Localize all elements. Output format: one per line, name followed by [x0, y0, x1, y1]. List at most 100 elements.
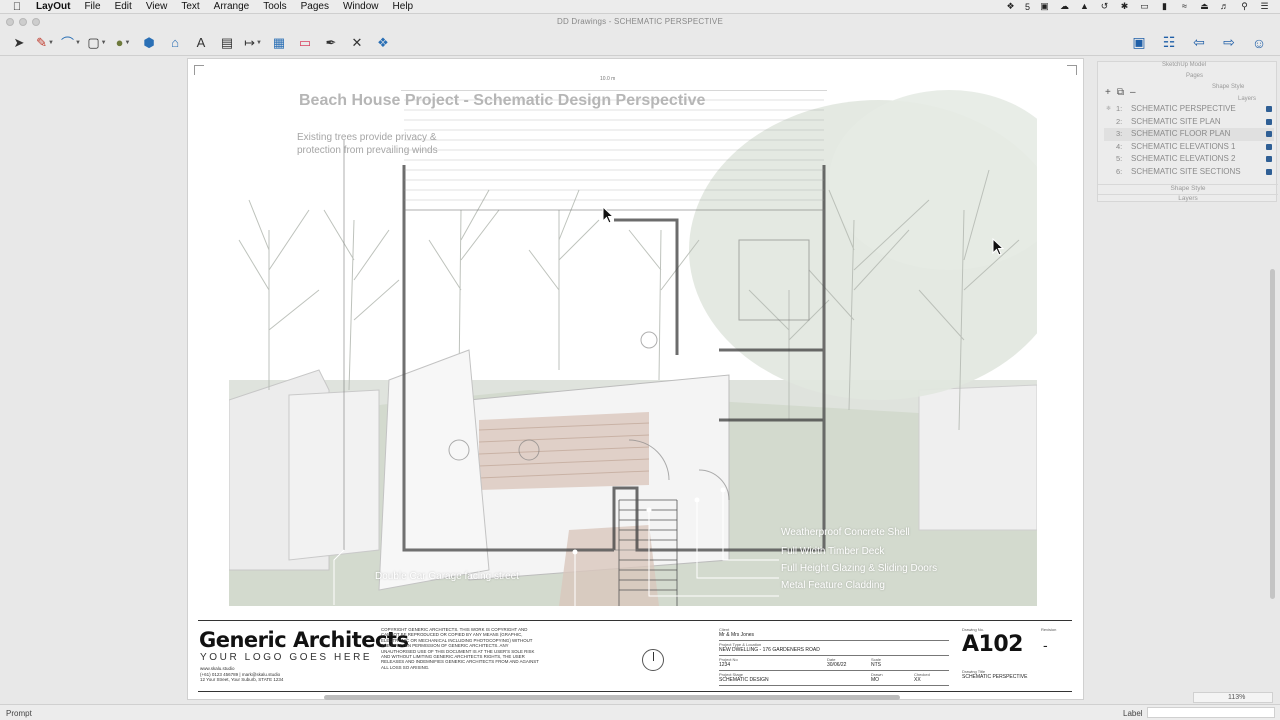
company-name: Generic Architects [199, 628, 409, 652]
duplicate-page-button[interactable]: ⧉ [1117, 87, 1124, 98]
app-status-icon[interactable]: ▣ [1039, 2, 1050, 11]
cloud-icon[interactable]: ☁ [1059, 2, 1070, 11]
eject-icon[interactable]: ⏏ [1199, 2, 1210, 11]
page-name: SCHEMATIC PERSPECTIVE [1131, 104, 1236, 113]
table-tool-icon[interactable]: ▦ [268, 32, 290, 54]
status-count[interactable]: 5 [1025, 2, 1030, 12]
panel-tab-pages[interactable]: Pages [1186, 73, 1203, 79]
page-visibility-icon[interactable] [1266, 131, 1272, 138]
drive-icon[interactable]: ▲ [1079, 2, 1090, 11]
panel-tab-shape-style[interactable]: Shape Style [1212, 84, 1244, 90]
menu-help[interactable]: Help [386, 0, 421, 14]
dropbox-icon[interactable]: ❖ [1005, 2, 1016, 11]
shape-style-section[interactable]: Shape Style [1098, 184, 1278, 192]
callout-timber-deck[interactable]: Full Width Timber Deck [781, 546, 884, 557]
add-page-icon[interactable]: ☷ [1158, 32, 1180, 54]
spotlight-search-icon[interactable]: ⚲ [1239, 2, 1250, 11]
page-row-5[interactable]: 5: SCHEMATIC ELEVATIONS 2 [1104, 153, 1274, 166]
menu-pages[interactable]: Pages [294, 0, 336, 14]
menu-window[interactable]: Window [336, 0, 386, 14]
perspective-render [229, 90, 1037, 606]
account-icon[interactable]: ☺ [1248, 32, 1270, 54]
callout-garage[interactable]: Double Car Garage facing street [375, 571, 519, 582]
dimension-tool-icon[interactable]: ↦ ▼ [242, 32, 264, 54]
mouse-cursor-icon [602, 206, 614, 224]
page-number: 4: [1116, 141, 1123, 151]
volume-icon[interactable]: ♬ [1219, 2, 1230, 11]
offset-tool-icon[interactable]: ⌂ [164, 32, 186, 54]
title-block[interactable]: Generic Architects YOUR LOGO GOES HERE w… [198, 620, 1072, 692]
pages-panel[interactable]: SketchUp Model Pages Shape Style Layers … [1097, 61, 1278, 202]
page-row-3[interactable]: 3: SCHEMATIC FLOOR PLAN [1104, 128, 1274, 141]
crop-mark [194, 65, 204, 75]
layers-section[interactable]: Layers [1098, 194, 1278, 202]
project-no-value: 1234 [719, 662, 731, 668]
page-name: SCHEMATIC ELEVATIONS 1 [1131, 141, 1236, 151]
polygon-tool-icon[interactable]: ⬢ [138, 32, 160, 54]
page-sheet[interactable]: 10.0 m Beach House Project - Schematic D… [188, 59, 1083, 699]
page-row-1[interactable]: ❄ 1: SCHEMATIC PERSPECTIVE [1104, 103, 1274, 116]
apple-menu-icon[interactable]:  [0, 1, 34, 13]
dimension-label[interactable]: 10.0 m [600, 76, 615, 82]
time-machine-icon[interactable]: ↺ [1099, 2, 1110, 11]
airplay-icon[interactable]: ▭ [1139, 2, 1150, 11]
document-title[interactable]: Beach House Project - Schematic Design P… [299, 92, 705, 110]
eraser-tool-icon[interactable]: ▭ [294, 32, 316, 54]
page-visibility-icon[interactable] [1266, 106, 1272, 112]
layout-app-window:  LayOut File Edit View Text Arrange Too… [0, 0, 1280, 720]
horizontal-scrollbar[interactable] [324, 695, 900, 700]
menu-app[interactable]: LayOut [34, 0, 77, 14]
menu-edit[interactable]: Edit [108, 0, 139, 14]
presentation-icon[interactable]: ▣ [1128, 32, 1150, 54]
menu-file[interactable]: File [77, 0, 107, 14]
menu-tools[interactable]: Tools [256, 0, 293, 14]
callout-cladding[interactable]: Metal Feature Cladding [781, 580, 885, 591]
drawing-number: A102 [962, 632, 1023, 657]
document-workspace[interactable]: 10.0 m Beach House Project - Schematic D… [0, 57, 1280, 704]
line-tool-pencil-icon[interactable]: ✎ ▼ [34, 32, 56, 54]
trees-note[interactable]: Existing trees provide privacy & protect… [297, 131, 472, 157]
split-tool-icon[interactable]: ✕ [346, 32, 368, 54]
add-page-button[interactable]: + [1105, 87, 1111, 98]
notification-center-icon[interactable]: ☰ [1259, 2, 1270, 11]
select-tool-arrow-icon[interactable]: ➤ [8, 32, 30, 54]
circle-tool-icon[interactable]: ● ▼ [112, 32, 134, 54]
page-row-4[interactable]: 4: SCHEMATIC ELEVATIONS 1 [1104, 141, 1274, 154]
page-visibility-icon[interactable] [1266, 168, 1272, 175]
menu-text[interactable]: Text [174, 0, 206, 14]
status-prompt: Prompt [6, 709, 32, 718]
callout-concrete-shell[interactable]: Weatherproof Concrete Shell [781, 527, 910, 538]
page-visibility-icon[interactable] [1266, 118, 1272, 125]
text-tool-icon[interactable]: A [190, 32, 212, 54]
client-value: Mr & Mrs Jones [719, 632, 755, 638]
panel-tab-layers[interactable]: Layers [1238, 96, 1256, 102]
remove-page-button[interactable]: – [1130, 87, 1136, 98]
page-row-6[interactable]: 6: SCHEMATIC SITE SECTIONS [1104, 166, 1274, 179]
crop-mark [1067, 65, 1077, 75]
panel-tab-sketchup-model[interactable]: SketchUp Model [1162, 62, 1206, 68]
vertical-scrollbar[interactable] [1270, 269, 1275, 599]
battery-icon[interactable]: ▮ [1159, 2, 1170, 11]
main-toolbar: ➤ ✎ ▼ ⌒ ▼ ▢ ▼ ● ▼ ⬢ ⌂ A ▤ ↦ ▼ ▦ ▭ ✒ ✕ ❖ ▣ ☷ ⇦… [0, 30, 1280, 56]
menu-arrange[interactable]: Arrange [207, 0, 257, 14]
page-row-2[interactable]: 2: SCHEMATIC SITE PLAN [1104, 116, 1274, 129]
bluetooth-icon[interactable]: ✱ [1119, 2, 1130, 11]
label-tool-icon[interactable]: ▤ [216, 32, 238, 54]
label-input[interactable] [1147, 707, 1275, 718]
menu-bar:  LayOut File Edit View Text Arrange Too… [0, 0, 1280, 14]
zoom-level-field[interactable]: 113% [1193, 692, 1273, 703]
next-page-icon[interactable]: ⇨ [1218, 32, 1240, 54]
perspective-viewport[interactable] [229, 90, 1037, 606]
previous-page-icon[interactable]: ⇦ [1188, 32, 1210, 54]
page-visibility-icon[interactable] [1266, 156, 1272, 163]
arc-tool-icon[interactable]: ⌒ ▼ [60, 32, 82, 54]
callout-glazing[interactable]: Full Height Glazing & Sliding Doors [781, 563, 937, 574]
wifi-icon[interactable]: ≈ [1179, 2, 1190, 11]
rectangle-tool-icon[interactable]: ▢ ▼ [86, 32, 108, 54]
menu-view[interactable]: View [139, 0, 175, 14]
stage-value: SCHEMATIC DESIGN [719, 677, 769, 683]
join-tool-icon[interactable]: ❖ [372, 32, 394, 54]
style-eyedropper-icon[interactable]: ✒ [320, 32, 342, 54]
page-number: 6: [1116, 166, 1123, 176]
page-visibility-icon[interactable] [1266, 143, 1272, 150]
